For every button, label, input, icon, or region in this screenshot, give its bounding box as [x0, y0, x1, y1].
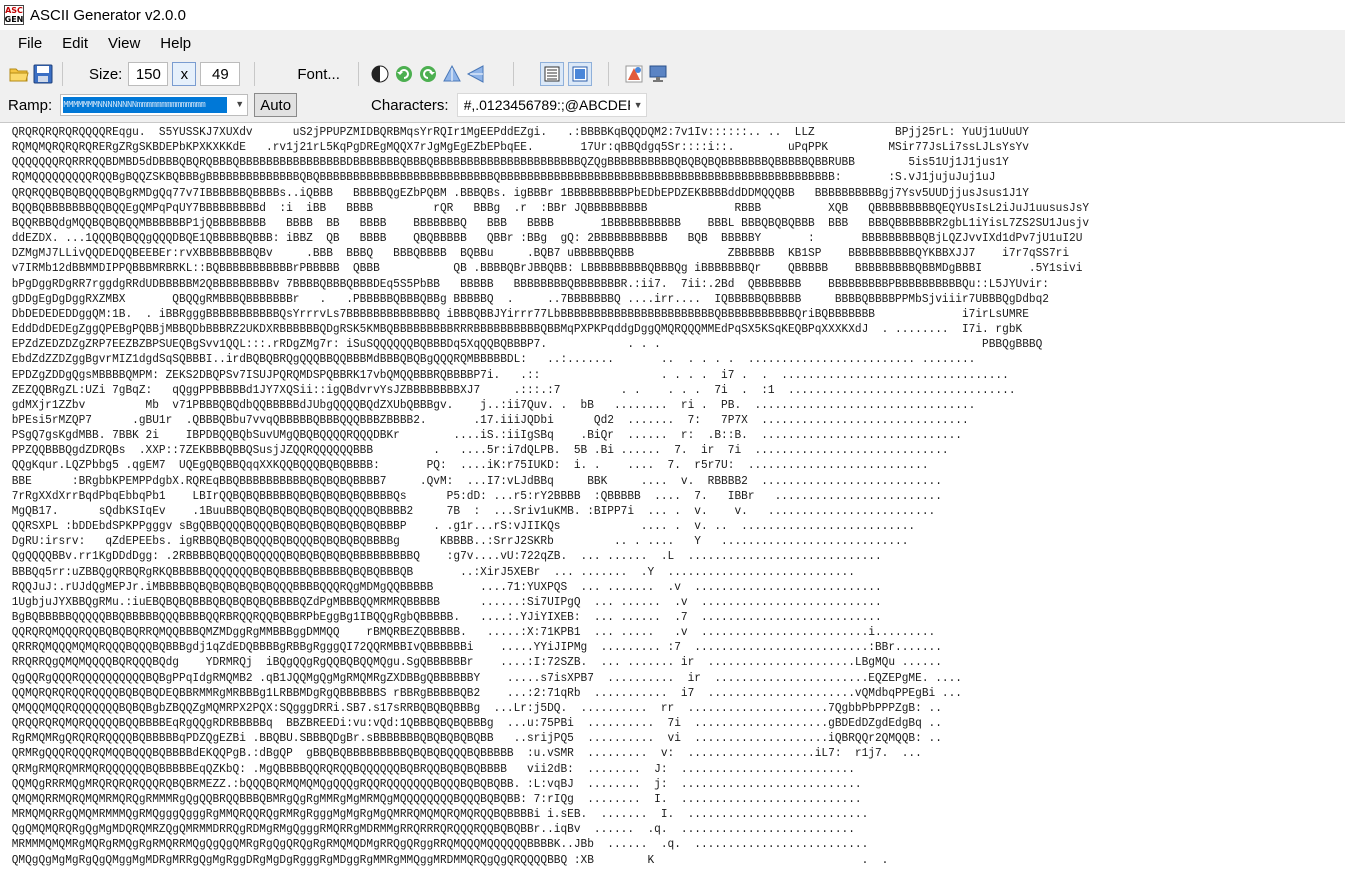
ramp-toolbar: Ramp: MMMMMMMNNNNNNNNmmmmmmmmmmmmmm ▼ Au…	[0, 91, 1345, 119]
rotate-left-icon[interactable]	[393, 63, 415, 85]
characters-combobox[interactable]: #,.0123456789:;@ABCDEFGHIJKLMNOPQRSTUVWX…	[456, 93, 647, 117]
app-logo-top: ASC	[5, 6, 23, 15]
ascii-line: 1UgbjuJYXBBQgRMu.:iuEBQBQBQBBBQBQBQBQBQB…	[11, 594, 882, 609]
ascii-line: BgBQBBBBBQQQQQBBQBBBBBQQQBBBBQQRBRQQRQQB…	[11, 610, 882, 624]
ascii-line: QQQQQQQRQRRRQQBDMBD5dDBBBQBQRQBBBQBBBBBB…	[11, 155, 1009, 170]
ascii-line: QQRSXPL :bDDEbdSPKPPgggv sBgQBBQQQQBQQQB…	[11, 519, 916, 534]
image-view-icon[interactable]	[567, 62, 592, 86]
characters-value: #,.0123456789:;@ABCDEFGHIJKLMNOPQRSTUVWX…	[463, 97, 630, 113]
ascii-line: gDDgEgDgDggRXZMBX QBQQgRMBBBQBBBBBBBr . …	[11, 291, 1049, 306]
toolbar-separator	[62, 62, 63, 86]
ascii-output-area[interactable]: QRQRQRQRQRQQQQREqgu. S5YUSSKJ7XUXdv uS2j…	[0, 122, 1345, 878]
ascii-line: BBE :BRgbbKPEMPPdgbX.RQREqBBQBBBBBBBBBBQ…	[11, 473, 942, 488]
ascii-line: RgRMQMRgQRQRQRQQQQBQBBBBBqPDZQgEZBi .BBQ…	[11, 731, 942, 746]
ascii-line: QRMgRMQRQMRMQRQQQQQQBQBBBBBEqQZKbQ: .MgQ…	[11, 761, 855, 776]
app-logo-icon: ASC GEN	[4, 5, 24, 25]
ascii-line: QMQQQMQQRQQQQQQQBQBQBgbZBQQZgMQMRPX2PQX:…	[11, 700, 942, 715]
ascii-line: RQQJuJ:.rUJdQgMEPJr.iMBBBBBQBQBQBQBQBQBQ…	[11, 579, 882, 594]
ascii-line: QMQMQRRMQRQMQMRMQRQgRMMMRgQgQQBRQQBBBQBM…	[11, 791, 862, 806]
ascii-line: QRQRQQBQBQBQQQBQBgRMDgQq77v7IBBBBBBQBBBB…	[11, 185, 1029, 200]
title-bar: ASC GEN ASCII Generator v2.0.0	[0, 0, 1345, 30]
ascii-line: QgQMQMQRQRgQgMgMDQRQMRZQgQMRMMDRRQgRDMgR…	[11, 822, 855, 837]
toolbar-separator	[357, 62, 359, 86]
ascii-line: PSgQ7gsKgdMBB. 7BBK 2i IBPDBQQBQbSuvUMgQ…	[11, 428, 962, 443]
menu-edit[interactable]: Edit	[52, 35, 98, 52]
ascii-line: RQMQQQQQQQQQRQQBgBQQZSKBQBBBgBBBBBBBBBBB…	[11, 170, 996, 185]
ascii-line: MgQB17. sQdbKSIqEv .1BuuBBQBQBQBQBQBQBQB…	[11, 503, 936, 518]
ascii-line: EddDdDEDEgZggQPEBgPQBBjMBBQDbBBBRZ2UKDXR…	[11, 322, 1023, 337]
ascii-line: EbdZdZZDZggBgvrMIZ1dgdSqSQBBBI..irdBQBQB…	[11, 352, 976, 367]
ascii-line: QgQQQQBBv.rr1KgDDdDgg: .2RBBBBQBQQQBQQQQ…	[11, 549, 882, 564]
main-toolbar: Size: 150 x 49 Font...	[0, 58, 1345, 90]
ascii-line: QQMQRQRQRQQRQQQQBQBQBQDEQBBRMMRgMRBBBg1L…	[11, 685, 962, 700]
ascii-line: bPEsi5rMZQP7 .gBU1r .QBBBQBbu7vvqQBBBBBQ…	[11, 412, 969, 427]
ascii-line: DgRU:irsrv: qZdEPEEbs. igRBBQBQBQBQQQBQB…	[11, 534, 909, 549]
ascii-line: QMQgQgMgMgRgQgQMggMgMDRgMRRgQgMgRggDRgMg…	[11, 852, 889, 867]
monitor-icon[interactable]	[647, 63, 669, 85]
chevron-down-icon[interactable]: ▼	[634, 100, 643, 110]
menu-file[interactable]: File	[0, 35, 52, 52]
window-title: ASCII Generator v2.0.0	[30, 6, 186, 24]
ramp-value: MMMMMMMNNNNNNNNmmmmmmmmmmmmmm	[63, 97, 228, 113]
ascii-line: ZEZQQBRgZL:UZi 7gBqZ: qQggPPBBBBBd1JY7XQ…	[11, 382, 1016, 397]
characters-label: Characters:	[371, 96, 449, 114]
ascii-line: PPZQQBBBQgdZDRQBs .XXP::7ZEKBBBQBBQSusjJ…	[11, 443, 949, 458]
menu-help[interactable]: Help	[150, 35, 201, 52]
ascii-line: QQRQRQMQQQRQQBQBQBQRRQMQQBBBQMZMDggRgMMB…	[11, 625, 936, 640]
size-label: Size:	[89, 65, 123, 83]
lock-ratio-button[interactable]: x	[172, 62, 197, 86]
ascii-line: RQMQMQRQRQRQRERgZRgSKBDEPbKPXKXKKdE .rv1…	[11, 140, 1029, 155]
ascii-line: QRRRQMQQQMQMQRQQQBQQQBQBBBgdj1qZdEDQBBBB…	[11, 640, 942, 655]
font-button[interactable]: Font...	[287, 62, 350, 86]
ascii-line: DZMgMJ7LLivQQDEDQQBEEBEr:rvXBBBBBBBBQBv …	[11, 246, 1070, 261]
ascii-line: 7rRgXXdXrrBqdPbqEbbqPb1 LBIrQQBQBQBBBBBQ…	[11, 488, 942, 503]
toolbar-separator	[512, 62, 514, 86]
flip-horizontal-icon[interactable]	[465, 63, 487, 85]
ramp-combobox[interactable]: MMMMMMMNNNNNNNNmmmmmmmmmmmmmm ▼	[60, 94, 249, 116]
app-window: ASC GEN ASCII Generator v2.0.0 File Edit…	[0, 0, 1345, 878]
save-icon[interactable]	[32, 63, 54, 85]
menu-view[interactable]: View	[98, 35, 150, 52]
flip-vertical-icon[interactable]	[441, 63, 463, 85]
ascii-line: QRMRgQQQRQQQRQMQQBQQQBQBBBBdEKQQPgB.:dBg…	[11, 746, 922, 761]
ascii-art-text: QRQRQRQRQRQQQQREqgu. S5YUSSKJ7XUXdv uS2j…	[0, 123, 1211, 868]
menu-bar: File Edit View Help	[0, 30, 1345, 56]
contrast-icon[interactable]	[369, 63, 391, 85]
rotate-right-icon[interactable]	[417, 63, 439, 85]
ascii-line: BQQRBBQdgMQQBQBQBQQMBBBBBBP1jQBBBBBBBB B…	[11, 215, 1090, 230]
ascii-line: MRMMMQMQMRgMQRgRMQgRgRMQRRMQgQgQgQMRgRgQ…	[11, 837, 869, 852]
toolbar-separator	[607, 62, 609, 86]
ascii-line: EPZdZEDZDZgZRP7EEZBZBPSUEQBgSvv1QQL:::.r…	[11, 337, 1043, 352]
width-input[interactable]: 150	[128, 62, 169, 86]
ascii-line: QQgKqur.LQZPbbg5 .qgEM7 UQEgQBQBBQqqXXKQ…	[11, 458, 929, 473]
ascii-line: EPDZgZDDgQgsMBBBBQMPM: ZEKS2DBQPSv7ISUJP…	[11, 367, 1009, 382]
ascii-line: gdMXjr1ZZbv Mb v71PBBBQBQdbQQBBBBBdJUbgQ…	[11, 397, 976, 412]
ascii-line: bPgDggRDgRR7rggdgRRdUDBBBBBM2QBBBBBBBBBv…	[11, 276, 1049, 291]
ascii-line: v7IRMb12dBBMMDIPPQBBBMRBRKL::BQBBBBBBBBB…	[11, 261, 1083, 276]
ascii-line: QgQQRgQQQRQQQQQQQQQQBQBgPPqIdgRMQMB2 .qB…	[11, 670, 962, 685]
ascii-line: DbDEDEDEDDggQM:1B. . iBBRgggBBBBBBBBBBBQ…	[11, 306, 1029, 321]
app-logo-bottom: GEN	[4, 15, 24, 24]
ascii-line: BBBQq5rr:uZBBQgQRBQRgRKQBBBBBQQQQQQQBQBQ…	[11, 564, 855, 579]
ascii-line: QQMQgRRRMQgMRQRQRQRQQQRQBQBRMEZZ.:bQQQBQ…	[11, 776, 862, 791]
ascii-line: RRQRRQgQMQMQQQQBQRQQQBQdg YDRMRQj iBQgQQ…	[11, 655, 942, 670]
ascii-line: QRQQRQRQMQRQQQQQBQQBBBBEqRgQQgRDRBBBBBq …	[11, 716, 942, 731]
auto-button[interactable]: Auto	[254, 93, 298, 117]
toolbar-separator	[254, 62, 256, 86]
text-view-icon[interactable]	[539, 62, 564, 86]
open-folder-icon[interactable]	[8, 63, 30, 85]
ascii-line: QRQRQRQRQRQQQQREqgu. S5YUSSKJ7XUXdv uS2j…	[11, 125, 1029, 139]
ascii-line: ddEZDX. ...1QQQBQBQQgQQQDBQE1QBBBBBQBBB:…	[11, 231, 1083, 246]
ramp-label: Ramp:	[8, 96, 53, 114]
chevron-down-icon[interactable]: ▼	[235, 99, 244, 109]
color-fill-icon[interactable]	[623, 63, 645, 85]
ascii-line: BQQBQBBBBBBBQQBQQEgQMPqPqUY7BBBBBBBBBd :…	[11, 200, 1090, 215]
ascii-line: MRMQMQRRgQMQMRMMMQgRMQgggQgggRgMMQRQQRQg…	[11, 807, 869, 822]
height-input[interactable]: 49	[200, 62, 241, 86]
